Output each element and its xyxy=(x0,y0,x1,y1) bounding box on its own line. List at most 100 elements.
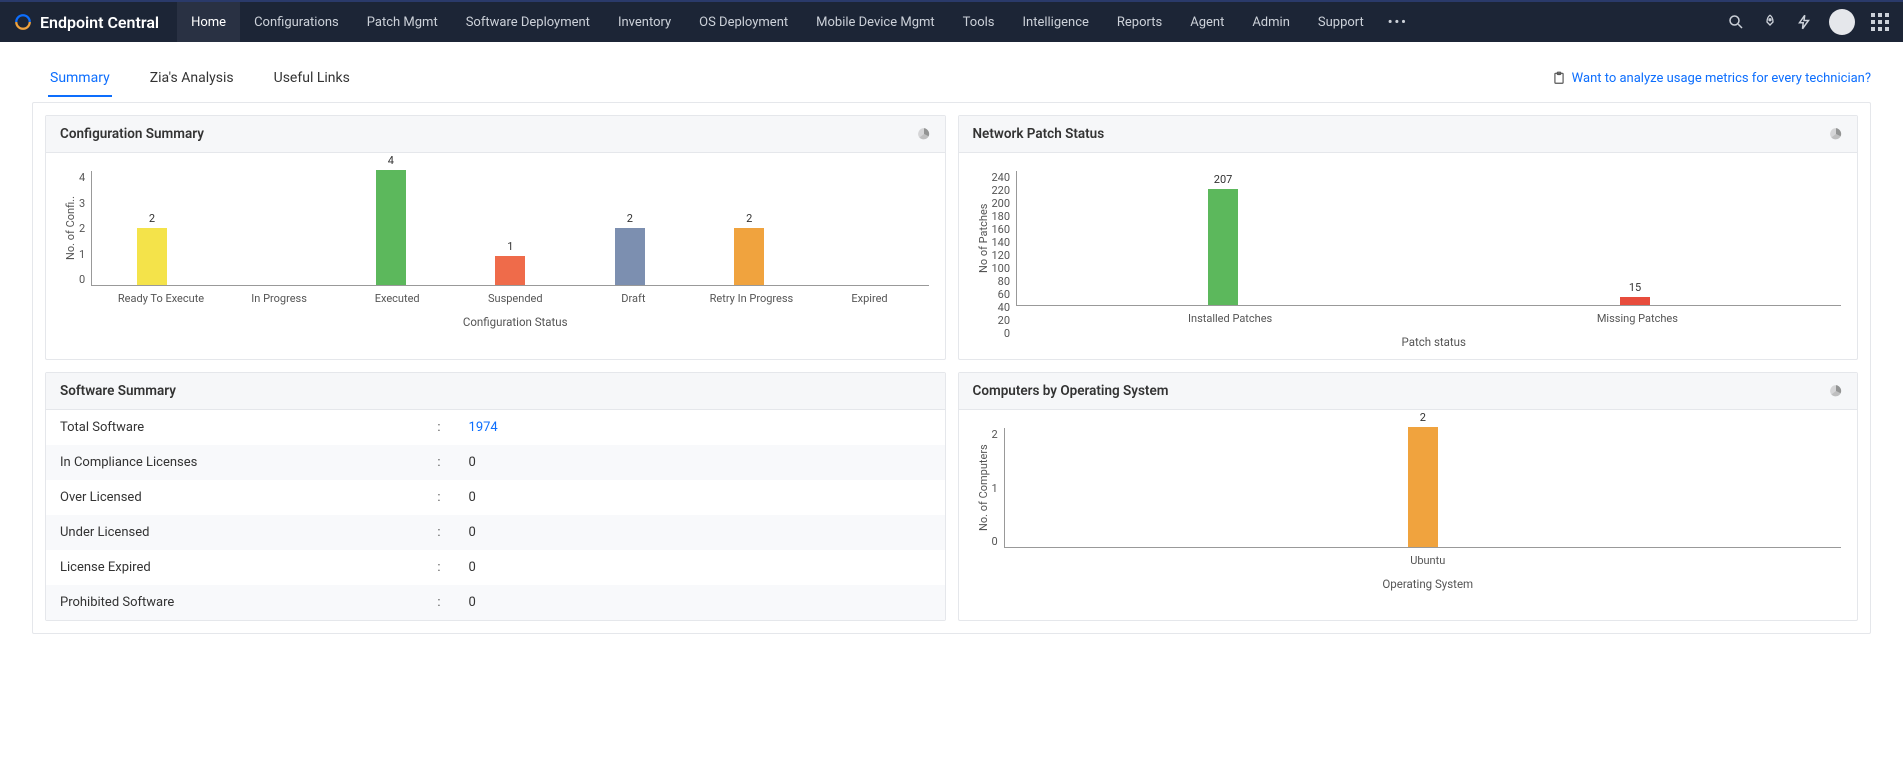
panels-grid: Configuration Summary No. of Confi..4321… xyxy=(32,102,1871,634)
table-row: Prohibited Software:0 xyxy=(46,585,945,620)
x-tick-label: Ubuntu xyxy=(1015,548,1842,567)
bar-value-label: 2 xyxy=(1420,411,1426,424)
bar-value-label: 2 xyxy=(746,212,752,225)
y-axis-label: No. of Confi.. xyxy=(62,171,79,286)
chart-computers-os: No. of Computers2102UbuntuOperating Syst… xyxy=(959,410,1858,601)
panel-network-patch: Network Patch Status No of Patches240220… xyxy=(958,115,1859,360)
row-value: 0 xyxy=(455,480,945,515)
nav-item-agent[interactable]: Agent xyxy=(1176,2,1238,42)
x-axis: Ubuntu xyxy=(1015,548,1842,567)
pie-chart-icon[interactable] xyxy=(1829,384,1843,398)
nav-item-admin[interactable]: Admin xyxy=(1238,2,1304,42)
x-axis-title: Patch status xyxy=(1027,325,1842,355)
nav-item-tools[interactable]: Tools xyxy=(949,2,1009,42)
row-label: Prohibited Software xyxy=(46,585,423,620)
clipboard-icon xyxy=(1552,71,1566,85)
bar[interactable]: 15 xyxy=(1620,297,1650,305)
bar[interactable]: 1 xyxy=(495,256,525,285)
nav-item-home[interactable]: Home xyxy=(177,2,240,42)
plot-area: 2 xyxy=(1004,428,1841,548)
bar[interactable]: 4 xyxy=(376,170,406,285)
nav-item-intelligence[interactable]: Intelligence xyxy=(1008,2,1102,42)
row-value: 0 xyxy=(455,445,945,480)
row-separator: : xyxy=(423,480,454,515)
bolt-icon[interactable] xyxy=(1795,13,1813,31)
panel-header: Software Summary xyxy=(46,373,945,410)
nav-item-reports[interactable]: Reports xyxy=(1103,2,1176,42)
y-axis-ticks: 210 xyxy=(992,428,1004,548)
bar[interactable]: 2 xyxy=(615,228,645,286)
nav-item-patch-mgmt[interactable]: Patch Mgmt xyxy=(353,2,452,42)
row-separator: : xyxy=(423,410,454,445)
table-row: Total Software:1974 xyxy=(46,410,945,445)
x-tick-label: Draft xyxy=(574,286,692,305)
chart-network-patch: No of Patches240220200180160140120100806… xyxy=(959,153,1858,359)
brand-name: Endpoint Central xyxy=(40,13,159,32)
content: Summary Zia's Analysis Useful Links Want t… xyxy=(0,42,1903,634)
bar[interactable]: 2 xyxy=(1408,427,1438,547)
bar[interactable]: 2 xyxy=(734,228,764,286)
x-axis-title: Configuration Status xyxy=(102,305,929,335)
bar-slot: 15 xyxy=(1429,297,1841,305)
x-axis-title: Operating System xyxy=(1015,567,1842,597)
bar-value-label: 15 xyxy=(1629,281,1641,294)
nav-item-os-deployment[interactable]: OS Deployment xyxy=(685,2,802,42)
table-row: In Compliance Licenses:0 xyxy=(46,445,945,480)
search-icon[interactable] xyxy=(1727,13,1745,31)
metrics-link-text: Want to analyze usage metrics for every … xyxy=(1572,71,1871,86)
plot-area: 2 4 1 2 2 xyxy=(91,171,928,286)
row-label: Total Software xyxy=(46,410,423,445)
topbar-right xyxy=(1727,2,1903,42)
brand[interactable]: Endpoint Central xyxy=(0,2,177,42)
x-tick-label: Missing Patches xyxy=(1434,306,1841,325)
bar-value-label: 4 xyxy=(388,154,394,167)
y-axis-ticks: 43210 xyxy=(79,171,91,286)
row-label: Under Licensed xyxy=(46,515,423,550)
x-tick-label: In Progress xyxy=(220,286,338,305)
tab-summary[interactable]: Summary xyxy=(48,60,112,96)
nav-item-software-deployment[interactable]: Software Deployment xyxy=(452,2,604,42)
bar-slot: 4 xyxy=(331,170,450,285)
tab-zia-s-analysis[interactable]: Zia's Analysis xyxy=(148,60,236,96)
rocket-icon[interactable] xyxy=(1761,13,1779,31)
panel-header: Computers by Operating System xyxy=(959,373,1858,410)
row-separator: : xyxy=(423,585,454,620)
nav-more-icon[interactable]: ••• xyxy=(1378,2,1418,42)
row-label: In Compliance Licenses xyxy=(46,445,423,480)
avatar[interactable] xyxy=(1829,9,1855,35)
plot-area: 207 15 xyxy=(1016,171,1841,306)
row-separator: : xyxy=(423,515,454,550)
panel-title: Network Patch Status xyxy=(973,126,1105,142)
row-separator: : xyxy=(423,445,454,480)
x-axis: Ready To ExecuteIn ProgressExecutedSuspe… xyxy=(102,286,929,305)
panel-title: Software Summary xyxy=(60,383,176,399)
bar-slot: 207 xyxy=(1017,189,1429,305)
panel-computers-os: Computers by Operating System No. of Com… xyxy=(958,372,1859,621)
row-value[interactable]: 1974 xyxy=(455,410,945,445)
bar-value-label: 2 xyxy=(149,212,155,225)
table-row: Under Licensed:0 xyxy=(46,515,945,550)
bar-value-label: 207 xyxy=(1214,173,1233,186)
bar-value-label: 1 xyxy=(507,240,513,253)
x-tick-label: Retry In Progress xyxy=(692,286,810,305)
nav-item-inventory[interactable]: Inventory xyxy=(604,2,685,42)
row-value: 0 xyxy=(455,585,945,620)
apps-grid-icon[interactable] xyxy=(1871,13,1889,31)
nav-item-mobile-device-mgmt[interactable]: Mobile Device Mgmt xyxy=(802,2,949,42)
x-tick-label: Suspended xyxy=(456,286,574,305)
panel-title: Configuration Summary xyxy=(60,126,204,142)
bar[interactable]: 207 xyxy=(1208,189,1238,305)
bar-slot: 2 xyxy=(690,228,809,286)
brand-logo-icon xyxy=(14,13,32,31)
nav-item-support[interactable]: Support xyxy=(1304,2,1378,42)
panel-header: Network Patch Status xyxy=(959,116,1858,153)
metrics-link[interactable]: Want to analyze usage metrics for every … xyxy=(1552,71,1871,86)
tab-useful-links[interactable]: Useful Links xyxy=(272,60,352,96)
row-separator: : xyxy=(423,550,454,585)
bar-slot: 2 xyxy=(92,228,211,286)
nav-item-configurations[interactable]: Configurations xyxy=(240,2,353,42)
pie-chart-icon[interactable] xyxy=(917,127,931,141)
row-label: License Expired xyxy=(46,550,423,585)
bar[interactable]: 2 xyxy=(137,228,167,286)
pie-chart-icon[interactable] xyxy=(1829,127,1843,141)
